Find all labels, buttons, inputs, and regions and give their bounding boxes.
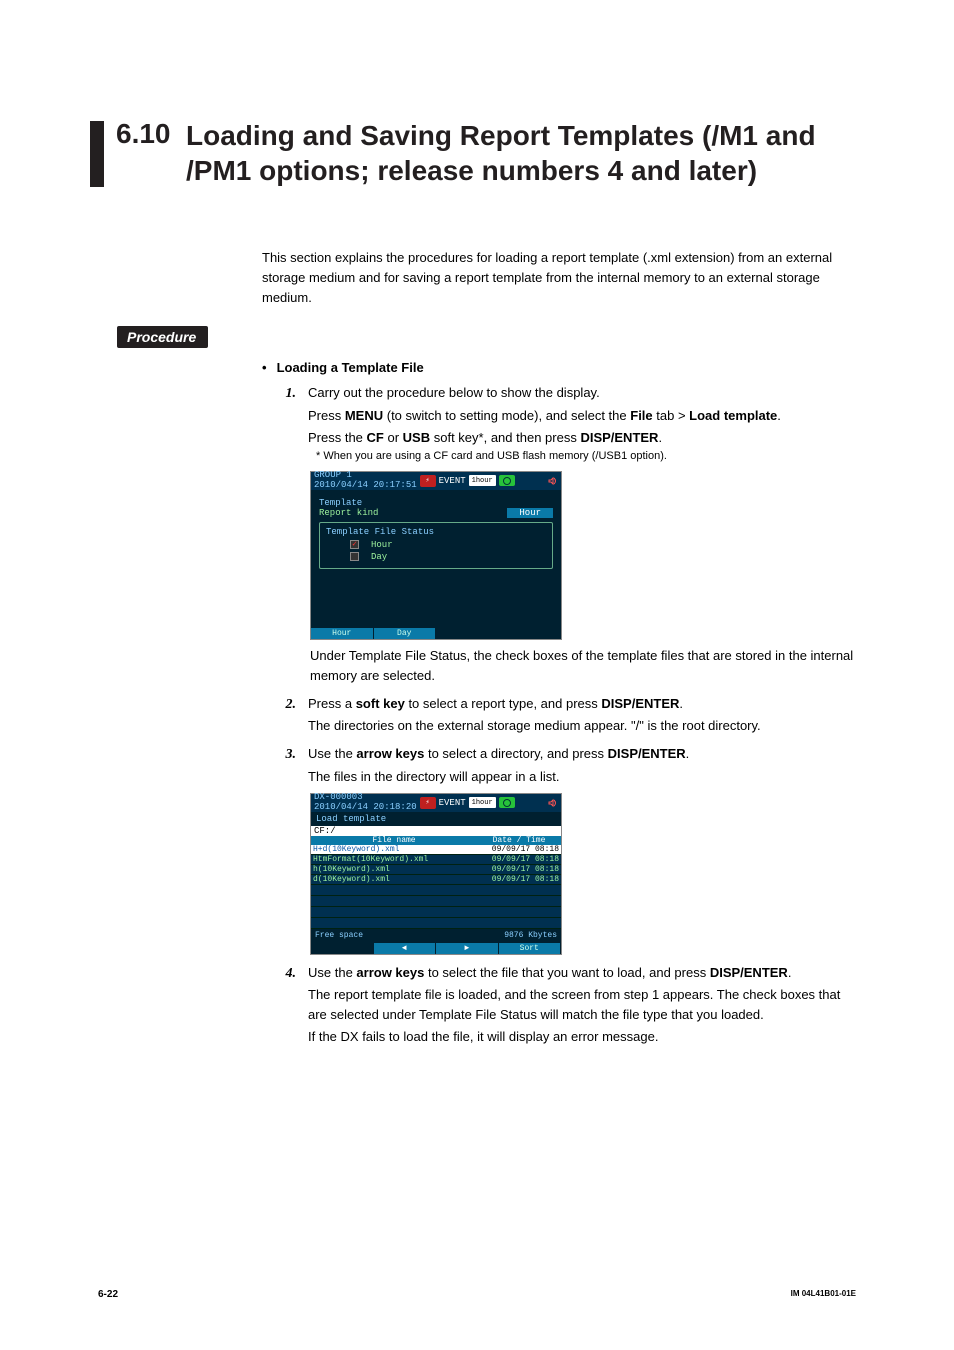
accent-bar — [90, 121, 104, 187]
step-number: 1. — [278, 383, 296, 464]
step-text: The directories on the external storage … — [308, 716, 856, 736]
softkey-bar: Hour Day — [311, 627, 561, 639]
step-text: The files in the directory will appear i… — [308, 767, 856, 787]
table-row-empty — [311, 918, 561, 929]
file-name-cell: h(10Keyword).xml — [311, 865, 477, 874]
table-row[interactable]: h(10Keyword).xml09/09/17 08:18 — [311, 865, 561, 875]
intro-paragraph: This section explains the procedures for… — [262, 248, 856, 308]
step-2: 2. Press a soft key to select a report t… — [278, 694, 856, 736]
bullet-icon: • — [262, 360, 267, 375]
subsection-title: Loading a Template File — [277, 360, 424, 375]
step-text: If the DX fails to load the file, it wil… — [308, 1027, 856, 1047]
softkey-empty — [436, 628, 499, 639]
step-1: 1. Carry out the procedure below to show… — [278, 383, 856, 464]
file-name-cell: H+d(10Keyword).xml — [311, 845, 477, 854]
checkbox-row: Hour — [350, 540, 546, 550]
softkey-bar: ◄ ► Sort — [311, 942, 561, 954]
step-4: 4. Use the arrow keys to select the file… — [278, 963, 856, 1048]
step-1-followup: Under Template File Status, the check bo… — [310, 646, 856, 686]
section-header: 6.10 Loading and Saving Report Templates… — [90, 118, 864, 188]
step-number: 3. — [278, 744, 296, 786]
screen-title: Template — [319, 498, 553, 508]
event-label: EVENT — [439, 798, 466, 808]
checkbox-icon[interactable] — [350, 552, 359, 561]
step-number: 2. — [278, 694, 296, 736]
file-date-cell: 09/09/17 08:18 — [477, 845, 561, 854]
alarm-icon: ⚡ — [420, 797, 436, 809]
table-row-empty — [311, 885, 561, 896]
softkey-right[interactable]: ► — [436, 943, 499, 954]
softkey-hour[interactable]: Hour — [311, 628, 374, 639]
softkey-empty — [499, 628, 562, 639]
section-number: 6.10 — [116, 118, 171, 150]
alarm-icon: ⚡ — [420, 475, 436, 487]
step-text: Press a soft key to select a report type… — [308, 694, 856, 714]
panel-heading: Template File Status — [326, 527, 546, 537]
table-row[interactable]: HtmFormat(10Keyword).xml09/09/17 08:18 — [311, 855, 561, 865]
step-text: Use the arrow keys to select a directory… — [308, 744, 856, 764]
step-text: Carry out the procedure below to show th… — [308, 383, 856, 403]
sound-icon — [548, 476, 558, 486]
softkey-empty — [311, 943, 374, 954]
softkey-day[interactable]: Day — [374, 628, 437, 639]
checkbox-label: Hour — [371, 540, 393, 550]
free-space-row: Free space 9876 Kbytes — [311, 929, 561, 942]
checkbox-icon[interactable] — [350, 540, 359, 549]
table-row-empty — [311, 896, 561, 907]
status-panel: Template File Status Hour Day — [319, 522, 553, 569]
table-header: File name Date / Time — [311, 836, 561, 845]
screen-row: Report kind Hour — [319, 508, 553, 518]
step-text: Use the arrow keys to select the file th… — [308, 963, 856, 983]
softkey-sort[interactable]: Sort — [499, 943, 562, 954]
softkey-left[interactable]: ◄ — [374, 943, 437, 954]
device-screenshot-2: DX-000003 2010/04/14 20:18:20 ⚡ EVENT 1h… — [310, 793, 562, 955]
footnote: When you are using a CF card and USB fla… — [316, 448, 856, 465]
record-icon — [499, 797, 515, 808]
file-date-cell: 09/09/17 08:18 — [477, 865, 561, 874]
manual-id: IM 04L41B01-01E — [791, 1289, 856, 1300]
interval-badge: 1hour — [469, 797, 496, 808]
sound-icon — [548, 798, 558, 808]
table-row[interactable]: H+d(10Keyword).xml09/09/17 08:18 — [311, 845, 561, 855]
table-row[interactable]: d(10Keyword).xml09/09/17 08:18 — [311, 875, 561, 885]
file-name-cell: d(10Keyword).xml — [311, 875, 477, 884]
file-date-cell: 09/09/17 08:18 — [477, 875, 561, 884]
step-number: 4. — [278, 963, 296, 1048]
step-text: The report template file is loaded, and … — [308, 985, 856, 1025]
page-footer: 6-22 IM 04L41B01-01E — [98, 1289, 856, 1300]
record-icon — [499, 475, 515, 486]
screen-title: Load template — [311, 812, 561, 826]
device-screenshot-1: GROUP 1 2010/04/14 20:17:51 ⚡ EVENT 1hou… — [310, 471, 562, 640]
section-title: Loading and Saving Report Templates (/M1… — [186, 118, 864, 188]
step-text: Press the CF or USB soft key*, and then … — [308, 428, 856, 448]
screen-group: DX-000003 2010/04/14 20:18:20 — [314, 793, 417, 813]
table-row-empty — [311, 907, 561, 918]
interval-badge: 1hour — [469, 475, 496, 486]
step-text: Press MENU (to switch to setting mode), … — [308, 406, 856, 426]
checkbox-row: Day — [350, 552, 546, 562]
procedure-label: Procedure — [117, 326, 208, 348]
path-field[interactable]: CF:/ — [311, 826, 561, 836]
file-date-cell: 09/09/17 08:18 — [477, 855, 561, 864]
event-label: EVENT — [439, 476, 466, 486]
file-name-cell: HtmFormat(10Keyword).xml — [311, 855, 477, 864]
checkbox-label: Day — [371, 552, 387, 562]
step-3: 3. Use the arrow keys to select a direct… — [278, 744, 856, 786]
field-value[interactable]: Hour — [507, 508, 553, 518]
subsection-heading: • Loading a Template File — [262, 360, 856, 375]
screen-group: GROUP 1 2010/04/14 20:17:51 — [314, 471, 417, 491]
page-number: 6-22 — [98, 1289, 118, 1300]
